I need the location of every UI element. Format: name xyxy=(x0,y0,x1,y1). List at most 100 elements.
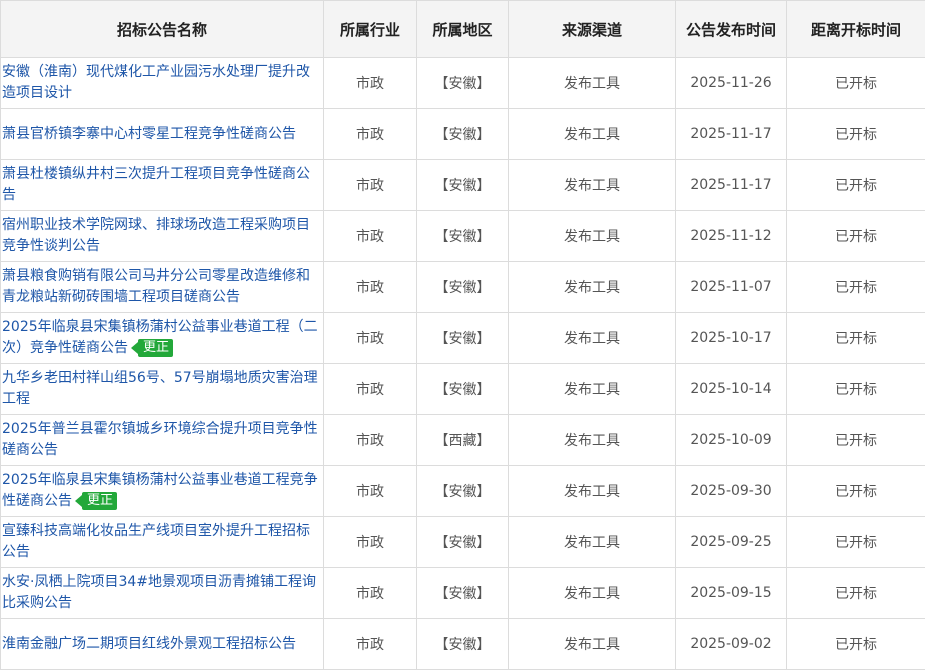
region-cell: 【安徽】 xyxy=(416,567,509,619)
source-cell: 发布工具 xyxy=(508,414,676,466)
table-body: 安徽（淮南）现代煤化工产业园污水处理厂提升改造项目设计 市政 【安徽】 发布工具… xyxy=(0,57,925,670)
table-row: 水安·凤栖上院项目34#地景观项目沥青摊铺工程询比采购公告 市政 【安徽】 发布… xyxy=(0,567,925,619)
open-status-cell: 已开标 xyxy=(786,57,925,109)
region-cell: 【西藏】 xyxy=(416,414,509,466)
region-cell: 【安徽】 xyxy=(416,210,509,262)
industry-cell: 市政 xyxy=(323,312,417,364)
open-status-cell: 已开标 xyxy=(786,414,925,466)
publish-date-cell: 2025-10-17 xyxy=(675,312,787,364)
announcement-name-cell: 宿州职业技术学院网球、排球场改造工程采购项目竞争性谈判公告 xyxy=(0,210,324,262)
announcement-name-cell: 2025年普兰县霍尔镇城乡环境综合提升项目竞争性磋商公告 xyxy=(0,414,324,466)
industry-cell: 市政 xyxy=(323,159,417,211)
announcement-name-cell: 九华乡老田村祥山组56号、57号崩塌地质灾害治理工程 xyxy=(0,363,324,415)
correction-badge: 更正 xyxy=(74,492,118,510)
industry-cell: 市政 xyxy=(323,618,417,670)
publish-date-cell: 2025-09-15 xyxy=(675,567,787,619)
table-row: 2025年临泉县宋集镇杨蒲村公益事业巷道工程竞争性磋商公告 更正 市政 【安徽】 … xyxy=(0,465,925,517)
header-name: 招标公告名称 xyxy=(0,0,324,58)
announcement-name-cell: 水安·凤栖上院项目34#地景观项目沥青摊铺工程询比采购公告 xyxy=(0,567,324,619)
announcement-link[interactable]: 萧县官桥镇李寨中心村零星工程竞争性磋商公告 xyxy=(2,126,296,142)
publish-date-cell: 2025-09-25 xyxy=(675,516,787,568)
announcement-name-cell: 淮南金融广场二期项目红线外景观工程招标公告 xyxy=(0,618,324,670)
region-cell: 【安徽】 xyxy=(416,465,509,517)
header-publish-date: 公告发布时间 xyxy=(675,0,787,58)
announcement-link[interactable]: 萧县粮食购销有限公司马井分公司零星改造维修和青龙粮站新砌砖围墙工程项目磋商公告 xyxy=(2,268,310,305)
open-status-cell: 已开标 xyxy=(786,261,925,313)
announcement-name-cell: 宣臻科技高端化妆品生产线项目室外提升工程招标公告 xyxy=(0,516,324,568)
correction-badge: 更正 xyxy=(130,339,174,357)
source-cell: 发布工具 xyxy=(508,465,676,517)
region-cell: 【安徽】 xyxy=(416,618,509,670)
open-status-cell: 已开标 xyxy=(786,108,925,160)
industry-cell: 市政 xyxy=(323,363,417,415)
publish-date-cell: 2025-11-12 xyxy=(675,210,787,262)
industry-cell: 市政 xyxy=(323,108,417,160)
source-cell: 发布工具 xyxy=(508,210,676,262)
table-header-row: 招标公告名称 所属行业 所属地区 来源渠道 公告发布时间 距离开标时间 xyxy=(0,0,925,58)
source-cell: 发布工具 xyxy=(508,516,676,568)
publish-date-cell: 2025-11-07 xyxy=(675,261,787,313)
announcement-link[interactable]: 水安·凤栖上院项目34#地景观项目沥青摊铺工程询比采购公告 xyxy=(2,574,316,611)
source-cell: 发布工具 xyxy=(508,261,676,313)
industry-cell: 市政 xyxy=(323,210,417,262)
publish-date-cell: 2025-11-17 xyxy=(675,159,787,211)
table-row: 淮南金融广场二期项目红线外景观工程招标公告 市政 【安徽】 发布工具 2025-… xyxy=(0,618,925,670)
source-cell: 发布工具 xyxy=(508,363,676,415)
region-cell: 【安徽】 xyxy=(416,261,509,313)
announcement-link[interactable]: 萧县杜楼镇纵井村三次提升工程项目竞争性磋商公告 xyxy=(2,166,310,203)
region-cell: 【安徽】 xyxy=(416,159,509,211)
publish-date-cell: 2025-10-14 xyxy=(675,363,787,415)
announcement-name-cell: 萧县杜楼镇纵井村三次提升工程项目竞争性磋商公告 xyxy=(0,159,324,211)
region-cell: 【安徽】 xyxy=(416,516,509,568)
open-status-cell: 已开标 xyxy=(786,363,925,415)
announcement-name-cell: 2025年临泉县宋集镇杨蒲村公益事业巷道工程（二次）竞争性磋商公告 更正 xyxy=(0,312,324,364)
announcement-link[interactable]: 宣臻科技高端化妆品生产线项目室外提升工程招标公告 xyxy=(2,523,310,560)
header-source: 来源渠道 xyxy=(508,0,676,58)
table-row: 宿州职业技术学院网球、排球场改造工程采购项目竞争性谈判公告 市政 【安徽】 发布… xyxy=(0,210,925,262)
announcement-link[interactable]: 安徽（淮南）现代煤化工产业园污水处理厂提升改造项目设计 xyxy=(2,64,310,101)
industry-cell: 市政 xyxy=(323,414,417,466)
region-cell: 【安徽】 xyxy=(416,363,509,415)
source-cell: 发布工具 xyxy=(508,567,676,619)
source-cell: 发布工具 xyxy=(508,312,676,364)
table-row: 宣臻科技高端化妆品生产线项目室外提升工程招标公告 市政 【安徽】 发布工具 20… xyxy=(0,516,925,568)
tender-announcement-table: 招标公告名称 所属行业 所属地区 来源渠道 公告发布时间 距离开标时间 安徽（淮… xyxy=(0,0,925,670)
source-cell: 发布工具 xyxy=(508,108,676,160)
announcement-name-cell: 安徽（淮南）现代煤化工产业园污水处理厂提升改造项目设计 xyxy=(0,57,324,109)
announcement-name-cell: 萧县粮食购销有限公司马井分公司零星改造维修和青龙粮站新砌砖围墙工程项目磋商公告 xyxy=(0,261,324,313)
industry-cell: 市政 xyxy=(323,465,417,517)
region-cell: 【安徽】 xyxy=(416,312,509,364)
industry-cell: 市政 xyxy=(323,261,417,313)
publish-date-cell: 2025-10-09 xyxy=(675,414,787,466)
region-cell: 【安徽】 xyxy=(416,57,509,109)
header-region: 所属地区 xyxy=(416,0,509,58)
table-row: 九华乡老田村祥山组56号、57号崩塌地质灾害治理工程 市政 【安徽】 发布工具 … xyxy=(0,363,925,415)
open-status-cell: 已开标 xyxy=(786,159,925,211)
announcement-link[interactable]: 九华乡老田村祥山组56号、57号崩塌地质灾害治理工程 xyxy=(2,370,318,407)
announcement-link[interactable]: 宿州职业技术学院网球、排球场改造工程采购项目竞争性谈判公告 xyxy=(2,217,310,254)
table-row: 萧县杜楼镇纵井村三次提升工程项目竞争性磋商公告 市政 【安徽】 发布工具 202… xyxy=(0,159,925,211)
open-status-cell: 已开标 xyxy=(786,312,925,364)
table-row: 安徽（淮南）现代煤化工产业园污水处理厂提升改造项目设计 市政 【安徽】 发布工具… xyxy=(0,57,925,109)
publish-date-cell: 2025-09-02 xyxy=(675,618,787,670)
open-status-cell: 已开标 xyxy=(786,210,925,262)
industry-cell: 市政 xyxy=(323,57,417,109)
table-row: 萧县粮食购销有限公司马井分公司零星改造维修和青龙粮站新砌砖围墙工程项目磋商公告 … xyxy=(0,261,925,313)
announcement-link[interactable]: 2025年临泉县宋集镇杨蒲村公益事业巷道工程竞争性磋商公告 xyxy=(2,472,318,509)
source-cell: 发布工具 xyxy=(508,57,676,109)
industry-cell: 市政 xyxy=(323,567,417,619)
industry-cell: 市政 xyxy=(323,516,417,568)
open-status-cell: 已开标 xyxy=(786,567,925,619)
announcement-link[interactable]: 淮南金融广场二期项目红线外景观工程招标公告 xyxy=(2,636,296,652)
table-row: 2025年普兰县霍尔镇城乡环境综合提升项目竞争性磋商公告 市政 【西藏】 发布工… xyxy=(0,414,925,466)
table-row: 萧县官桥镇李寨中心村零星工程竞争性磋商公告 市政 【安徽】 发布工具 2025-… xyxy=(0,108,925,160)
announcement-name-cell: 萧县官桥镇李寨中心村零星工程竞争性磋商公告 xyxy=(0,108,324,160)
announcement-name-cell: 2025年临泉县宋集镇杨蒲村公益事业巷道工程竞争性磋商公告 更正 xyxy=(0,465,324,517)
publish-date-cell: 2025-09-30 xyxy=(675,465,787,517)
announcement-link[interactable]: 2025年普兰县霍尔镇城乡环境综合提升项目竞争性磋商公告 xyxy=(2,421,318,458)
table-row: 2025年临泉县宋集镇杨蒲村公益事业巷道工程（二次）竞争性磋商公告 更正 市政 【… xyxy=(0,312,925,364)
open-status-cell: 已开标 xyxy=(786,618,925,670)
region-cell: 【安徽】 xyxy=(416,108,509,160)
source-cell: 发布工具 xyxy=(508,618,676,670)
publish-date-cell: 2025-11-17 xyxy=(675,108,787,160)
